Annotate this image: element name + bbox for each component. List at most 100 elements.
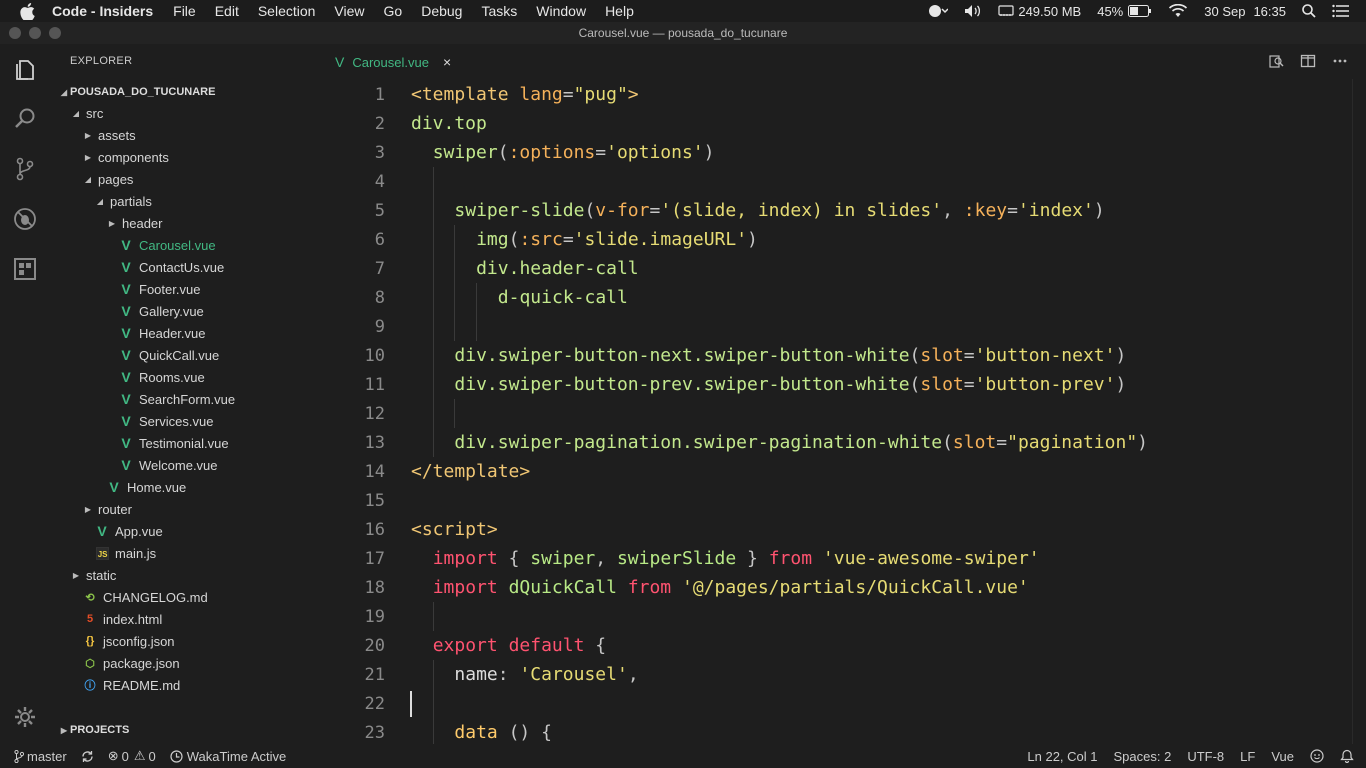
line-number: 12 [364,403,385,424]
menu-go[interactable]: Go [384,3,403,19]
menu-selection[interactable]: Selection [258,3,316,19]
memory-indicator[interactable]: 249.50 MB [998,4,1081,19]
tree-item-pages[interactable]: ◢ pages [82,168,134,190]
tree-item-label: partials [110,193,152,209]
tree-item-jsconfig-json[interactable]: {} jsconfig.json [82,630,175,652]
tree-item-footer-vue[interactable]: V Footer.vue [118,278,200,300]
tree-item-services-vue[interactable]: V Services.vue [118,410,213,432]
problems-item[interactable]: ⊗ 0 ⚠ 0 [108,748,156,764]
code-token: import [432,548,498,569]
projects-section-header[interactable]: ▶ PROJECTS [58,724,129,736]
notification-center-icon[interactable] [928,4,949,18]
indent-guide [432,283,434,312]
tree-item-header[interactable]: ▶ header [106,212,163,234]
menu-file[interactable]: File [173,3,196,19]
tree-item-header-vue[interactable]: V Header.vue [118,322,205,344]
language-mode[interactable]: Vue [1271,749,1294,764]
tree-item-gallery-vue[interactable]: V Gallery.vue [118,300,203,322]
wifi-icon[interactable] [1168,4,1188,18]
code-token: 'Carousel' [519,664,628,685]
tree-item-changelog-md[interactable]: ⟲ CHANGELOG.md [82,586,207,608]
search-activity[interactable] [0,94,50,144]
tree-item-src[interactable]: ◢ src [70,102,103,124]
tree-item-searchform-vue[interactable]: V SearchForm.vue [118,388,235,410]
tree-item-app-vue[interactable]: V App.vue [94,520,162,542]
menu-window[interactable]: Window [536,3,586,19]
explorer-activity[interactable] [0,44,50,94]
tree-item-partials[interactable]: ◢ partials [94,190,152,212]
encoding[interactable]: UTF-8 [1187,749,1224,764]
tree-item-components[interactable]: ▶ components [82,146,169,168]
volume-icon[interactable] [964,4,982,18]
open-changes-icon[interactable] [1260,53,1292,69]
editor-scrollbar[interactable] [1352,79,1366,744]
tree-item-home-vue[interactable]: V Home.vue [106,476,186,498]
feedback-icon[interactable] [1310,749,1324,763]
end-of-line[interactable]: LF [1240,749,1255,764]
code-token: slot [920,374,964,395]
activity-bar [0,44,50,744]
tree-item-label: Footer.vue [139,281,201,297]
tree-item-quickcall-vue[interactable]: V QuickCall.vue [118,344,219,366]
manage-activity[interactable] [0,692,50,742]
menu-tasks[interactable]: Tasks [481,3,517,19]
more-actions-icon[interactable] [1324,53,1356,69]
spotlight-search-icon[interactable] [1302,4,1316,18]
code-text: div.swiper-button-next.swiper-button-whi… [454,345,1126,366]
app-name-menu[interactable]: Code - Insiders [52,3,153,19]
code-token: ( [909,345,921,366]
tree-item-assets[interactable]: ▶ assets [82,124,136,146]
projects-label: PROJECTS [70,724,130,736]
tree-item-router[interactable]: ▶ router [82,498,132,520]
debug-activity[interactable] [0,194,50,244]
tree-item-index-html[interactable]: 5 index.html [82,608,162,630]
tab-carousel-vue[interactable]: V Carousel.vue × [323,44,463,79]
menu-edit[interactable]: Edit [215,3,239,19]
tree-item-package-json[interactable]: ⬡ package.json [82,652,179,674]
code-token: 'button-prev' [974,374,1116,395]
workspace-folder-header[interactable]: ◢ POUSADA_DO_TUCUNARE [58,82,216,102]
clock[interactable]: 30 Sep 16:35 [1204,4,1286,19]
tree-item-label: jsconfig.json [103,633,175,649]
code-token: v-for [595,200,650,221]
notifications-icon[interactable] [1340,749,1354,763]
indentation[interactable]: Spaces: 2 [1114,749,1172,764]
git-branch-item[interactable]: master [14,749,67,764]
close-window-button[interactable] [9,27,21,39]
close-tab-icon[interactable]: × [443,54,451,70]
cursor-position[interactable]: Ln 22, Col 1 [1027,749,1097,764]
apple-menu-icon[interactable] [18,2,36,20]
tree-item-readme-md[interactable]: ⓘ README.md [82,674,181,696]
menu-debug[interactable]: Debug [421,3,462,19]
sync-item[interactable] [81,750,94,763]
source-control-activity[interactable] [0,144,50,194]
code-editor[interactable]: 1 <template lang="pug"> 2 div.top 3 swiper(:o… [323,79,1366,747]
tree-item-static[interactable]: ▶ static [70,564,116,586]
code-token: : [497,664,520,685]
code-token: div.swiper-pagination.swiper-pagination-… [454,432,943,453]
menu-list-icon[interactable] [1332,4,1350,18]
tree-item-welcome-vue[interactable]: V Welcome.vue [118,454,217,476]
minimize-window-button[interactable] [29,27,41,39]
indent-guide [476,283,478,312]
tree-item-testimonial-vue[interactable]: V Testimonial.vue [118,432,228,454]
extensions-activity[interactable] [0,244,50,294]
menu-view[interactable]: View [334,3,364,19]
tree-item-label: router [98,501,132,517]
tree-item-carousel-vue[interactable]: V Carousel.vue [118,234,215,256]
battery-indicator[interactable]: 45% [1097,4,1152,19]
tree-item-main-js[interactable]: JS main.js [94,542,156,564]
tree-item-contactus-vue[interactable]: V ContactUs.vue [118,256,224,278]
indent-guide [454,283,456,312]
menu-help[interactable]: Help [605,3,634,19]
code-line: 12 [323,399,1353,428]
workspace-folder-name: POUSADA_DO_TUCUNARE [70,86,216,98]
line-number: 5 [374,200,385,221]
tree-item-label: components [98,149,169,165]
code-line: 7 div.header-call [323,254,1353,283]
zoom-window-button[interactable] [49,27,61,39]
split-editor-icon[interactable] [1292,53,1324,69]
code-token: slot [920,345,964,366]
tree-item-rooms-vue[interactable]: V Rooms.vue [118,366,204,388]
wakatime-item[interactable]: WakaTime Active [170,749,286,764]
